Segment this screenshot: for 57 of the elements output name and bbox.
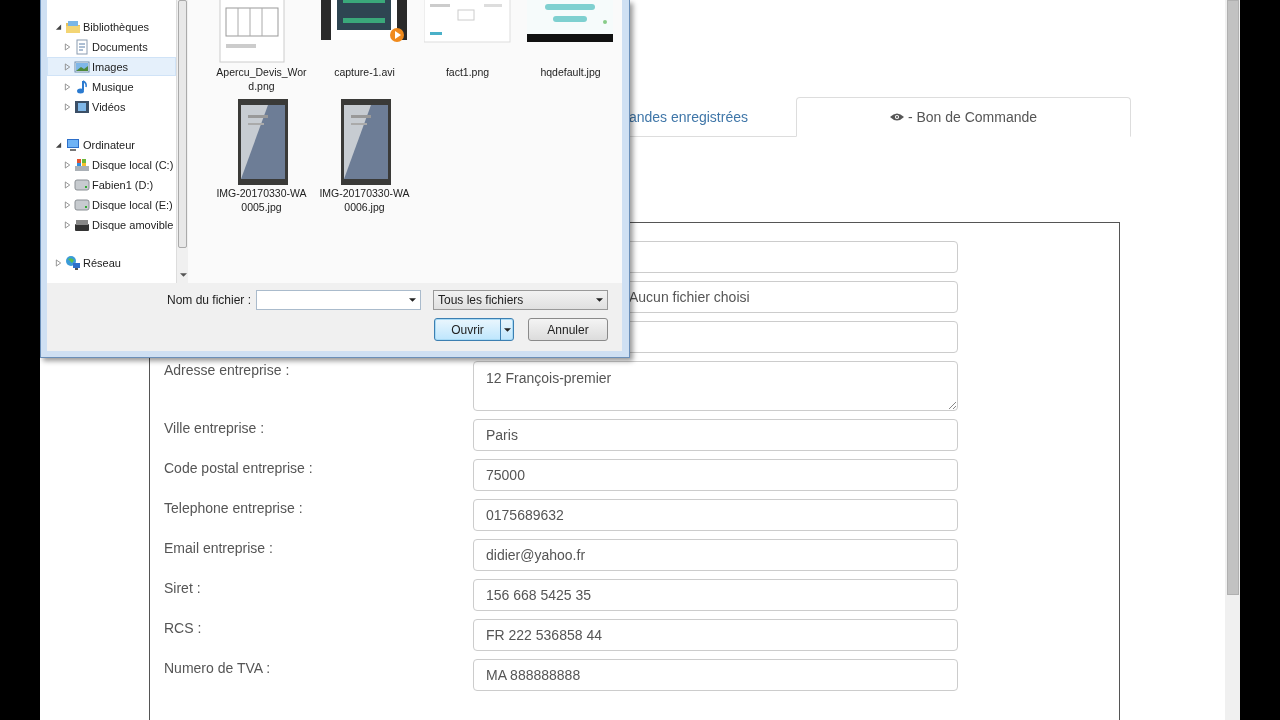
field-label: Telephone entreprise : [164, 500, 303, 516]
input-field[interactable]: MA 888888888 [473, 659, 958, 691]
computer-icon [65, 136, 81, 153]
scrollbar-thumb[interactable] [178, 0, 187, 248]
nav-item[interactable]: Disque local (E:) [47, 195, 176, 214]
field-label: Email entreprise : [164, 540, 273, 556]
caret-icon[interactable] [409, 298, 416, 302]
file-name[interactable]: IMG-20170330-WA0006.jpg [318, 186, 411, 214]
music-icon [74, 78, 90, 95]
caret-icon [596, 298, 603, 302]
nav-item[interactable]: Bibliothèques [47, 17, 176, 36]
file-name-label: Nom du fichier : [166, 293, 251, 307]
file-name[interactable]: capture-1.avi [318, 65, 411, 79]
nav-item[interactable]: Musique [47, 77, 176, 96]
field-label: Adresse entreprise : [164, 362, 290, 378]
file-name[interactable]: Apercu_Devis_Word.png [215, 65, 308, 93]
field-label: RCS : [164, 620, 202, 636]
file-name[interactable]: hqdefault.jpg [524, 65, 617, 79]
nav-item[interactable]: Disque amovible [47, 215, 176, 234]
expander-icon[interactable] [55, 22, 62, 31]
input-field[interactable]: Paris [473, 419, 958, 451]
input-field[interactable]: didier@yahoo.fr [473, 539, 958, 571]
nav-item[interactable]: Réseau [47, 253, 176, 272]
input-field[interactable]: 0175689632 [473, 499, 958, 531]
field-label: Ville entreprise : [164, 420, 265, 436]
videos-icon [74, 98, 90, 115]
system-disk-icon [74, 156, 90, 173]
pictures-icon [74, 58, 90, 75]
caret-icon [503, 327, 511, 332]
nav-item[interactable]: Vidéos [47, 97, 176, 116]
nav-item[interactable]: Fabien1 (D:) [47, 175, 176, 194]
input-field[interactable]: 156 668 5425 35 [473, 579, 958, 611]
file-name-field[interactable] [256, 290, 421, 310]
expander-icon[interactable] [55, 140, 62, 149]
input-field[interactable]: 75000 [473, 459, 958, 491]
field-label: Numero de TVA : [164, 660, 271, 676]
network-icon [65, 254, 81, 271]
input-field[interactable]: FR 222 536858 44 [473, 619, 958, 651]
eye-icon [889, 112, 904, 122]
field-label: Siret : [164, 580, 201, 596]
documents-icon [74, 38, 90, 55]
nav-item[interactable]: Documents [47, 37, 176, 56]
file-name[interactable]: IMG-20170330-WA0005.jpg [215, 186, 308, 214]
resize-grip-icon[interactable] [948, 401, 956, 409]
scroll-down-icon[interactable] [180, 273, 187, 277]
file-name[interactable]: fact1.png [421, 65, 514, 79]
cancel-button[interactable]: Annuler [528, 318, 608, 341]
file-type-dropdown[interactable]: Tous les fichiers [433, 290, 608, 310]
nav-item[interactable]: Disque local (C:) [47, 155, 176, 174]
field-label: Code postal entreprise : [164, 460, 313, 476]
nav-item[interactable]: Ordinateur [47, 135, 176, 154]
library-icon [65, 18, 81, 35]
text-area[interactable]: 12 François-premier [473, 361, 958, 411]
tab[interactable]: - Bon de Commande [796, 97, 1131, 137]
open-button[interactable]: Ouvrir [434, 318, 514, 341]
scrollbar-thumb[interactable] [1226, 0, 1239, 595]
nav-item[interactable]: Images [47, 57, 176, 76]
